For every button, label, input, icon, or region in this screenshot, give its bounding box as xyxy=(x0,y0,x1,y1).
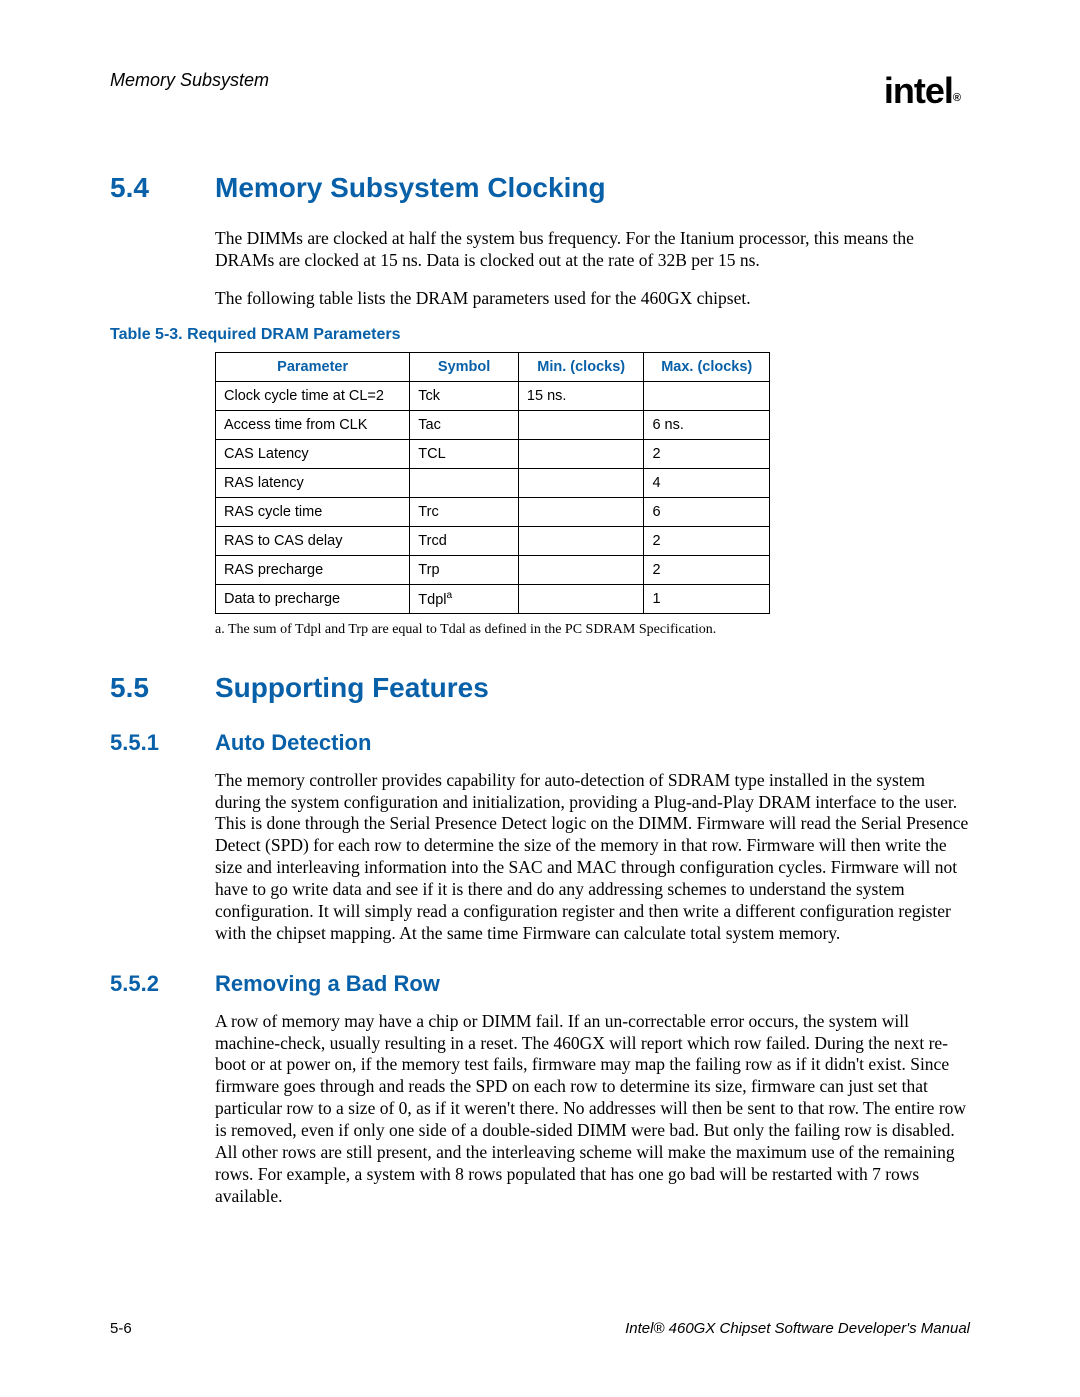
table-row: RAS latency 4 xyxy=(216,468,770,497)
section-5-5-2-heading: 5.5.2 Removing a Bad Row xyxy=(110,971,970,997)
table-row: RAS prechargeTrp 2 xyxy=(216,555,770,584)
cell-parameter: RAS to CAS delay xyxy=(216,526,410,555)
cell-min xyxy=(518,468,644,497)
cell-parameter: Access time from CLK xyxy=(216,410,410,439)
cell-max: 4 xyxy=(644,468,770,497)
cell-symbol xyxy=(410,468,519,497)
cell-min xyxy=(518,497,644,526)
section-number: 5.5.2 xyxy=(110,971,215,997)
section-5-5-1-body: The memory controller provides capabilit… xyxy=(215,770,970,945)
cell-parameter: CAS Latency xyxy=(216,439,410,468)
cell-symbol: Trcd xyxy=(410,526,519,555)
section-5-5-2-body: A row of memory may have a chip or DIMM … xyxy=(215,1011,970,1208)
cell-min xyxy=(518,410,644,439)
paragraph: The memory controller provides capabilit… xyxy=(215,770,970,945)
cell-max: 2 xyxy=(644,555,770,584)
table-row: CAS LatencyTCL 2 xyxy=(216,439,770,468)
cell-symbol: Trp xyxy=(410,555,519,584)
section-title: Auto Detection xyxy=(215,730,371,756)
table-caption: Table 5-3. Required DRAM Parameters xyxy=(110,326,970,344)
paragraph: The DIMMs are clocked at half the system… xyxy=(215,228,970,272)
cell-symbol: Trc xyxy=(410,497,519,526)
section-5-5-1-heading: 5.5.1 Auto Detection xyxy=(110,730,970,756)
cell-max: 2 xyxy=(644,439,770,468)
section-number: 5.5.1 xyxy=(110,730,215,756)
section-title: Removing a Bad Row xyxy=(215,971,440,997)
intel-logo: intel® xyxy=(884,70,970,112)
table-row: RAS to CAS delayTrcd 2 xyxy=(216,526,770,555)
header-min: Min. (clocks) xyxy=(518,352,644,381)
cell-parameter: Clock cycle time at CL=2 xyxy=(216,381,410,410)
section-number: 5.4 xyxy=(110,172,215,204)
logo-registered-mark: ® xyxy=(953,92,960,104)
cell-min xyxy=(518,555,644,584)
table-footnote: a. The sum of Tdpl and Trp are equal to … xyxy=(215,622,970,638)
header-parameter: Parameter xyxy=(216,352,410,381)
cell-min: 15 ns. xyxy=(518,381,644,410)
cell-parameter: RAS cycle time xyxy=(216,497,410,526)
cell-max: 6 xyxy=(644,497,770,526)
cell-min xyxy=(518,584,644,613)
cell-symbol: Tdpla xyxy=(410,584,519,613)
section-5-4-heading: 5.4 Memory Subsystem Clocking xyxy=(110,172,970,204)
paragraph: A row of memory may have a chip or DIMM … xyxy=(215,1011,970,1208)
cell-symbol: TCL xyxy=(410,439,519,468)
section-title: Supporting Features xyxy=(215,672,489,704)
cell-parameter: Data to precharge xyxy=(216,584,410,613)
cell-max: 2 xyxy=(644,526,770,555)
table-row: Clock cycle time at CL=2Tck15 ns. xyxy=(216,381,770,410)
logo-text: intel xyxy=(884,70,953,111)
cell-parameter: RAS precharge xyxy=(216,555,410,584)
dram-parameters-table: Parameter Symbol Min. (clocks) Max. (clo… xyxy=(215,352,770,614)
header-symbol: Symbol xyxy=(410,352,519,381)
page-footer: 5-6 Intel® 460GX Chipset Software Develo… xyxy=(110,1320,970,1337)
cell-max: 6 ns. xyxy=(644,410,770,439)
table-header-row: Parameter Symbol Min. (clocks) Max. (clo… xyxy=(216,352,770,381)
running-title: Memory Subsystem xyxy=(110,70,269,91)
cell-max: 1 xyxy=(644,584,770,613)
section-title: Memory Subsystem Clocking xyxy=(215,172,606,204)
page-number: 5-6 xyxy=(110,1320,132,1337)
cell-symbol: Tck xyxy=(410,381,519,410)
section-5-5-heading: 5.5 Supporting Features xyxy=(110,672,970,704)
table-row: Access time from CLKTac 6 ns. xyxy=(216,410,770,439)
cell-parameter: RAS latency xyxy=(216,468,410,497)
section-number: 5.5 xyxy=(110,672,215,704)
manual-title: Intel® 460GX Chipset Software Developer'… xyxy=(625,1320,970,1337)
table-row: Data to prechargeTdpla 1 xyxy=(216,584,770,613)
cell-min xyxy=(518,526,644,555)
cell-min xyxy=(518,439,644,468)
cell-max xyxy=(644,381,770,410)
section-5-4-body: The DIMMs are clocked at half the system… xyxy=(215,228,970,310)
header-max: Max. (clocks) xyxy=(644,352,770,381)
paragraph: The following table lists the DRAM param… xyxy=(215,288,970,310)
table-row: RAS cycle timeTrc 6 xyxy=(216,497,770,526)
cell-symbol: Tac xyxy=(410,410,519,439)
page-header: Memory Subsystem intel® xyxy=(110,70,970,112)
